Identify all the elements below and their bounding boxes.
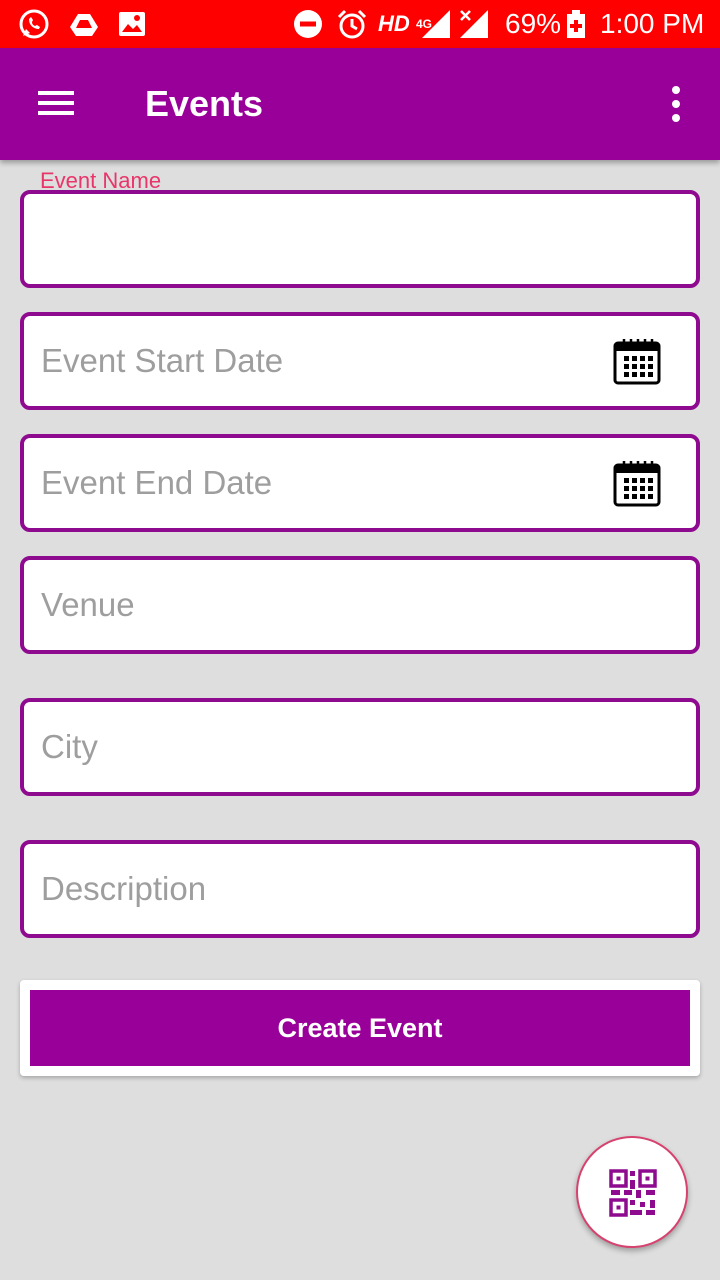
venue-placeholder: Venue [41, 586, 135, 623]
calendar-icon[interactable] [612, 458, 662, 508]
whatsapp-icon [19, 9, 49, 39]
signal-icon [422, 10, 450, 38]
qr-code-icon [609, 1169, 657, 1217]
event-name-input[interactable] [20, 190, 700, 288]
event-end-date-input[interactable]: Event End Date [20, 434, 700, 532]
city-input[interactable]: City [20, 698, 700, 796]
clock: 1:00 PM [600, 8, 705, 39]
more-vert-icon[interactable] [662, 84, 690, 124]
event-start-date-input[interactable]: Event Start Date [20, 312, 700, 410]
status-bar: HD 4G 69% 1:00 PM [0, 0, 720, 48]
city-placeholder: City [41, 728, 98, 765]
hamburger-menu-icon[interactable] [36, 87, 76, 119]
alarm-icon [337, 9, 367, 39]
battery-percent: 69% [505, 8, 562, 39]
venue-input[interactable]: Venue [20, 556, 700, 654]
drive-icon [70, 14, 98, 36]
no-signal-icon [460, 10, 488, 38]
battery-charging-icon [567, 10, 585, 38]
page-title: Events [145, 83, 264, 124]
app-bar: Events [0, 48, 720, 160]
create-event-card: Create Event [20, 980, 700, 1076]
create-event-button[interactable]: Create Event [30, 990, 690, 1066]
event-start-date-placeholder: Event Start Date [41, 342, 284, 379]
calendar-icon[interactable] [612, 336, 662, 386]
description-input[interactable]: Description [20, 840, 700, 938]
image-icon [119, 12, 145, 36]
description-placeholder: Description [41, 870, 207, 907]
qr-scan-fab[interactable] [576, 1136, 688, 1248]
event-end-date-placeholder: Event End Date [41, 464, 273, 501]
do-not-disturb-icon [294, 10, 322, 38]
network-type-label: HD [378, 11, 410, 36]
